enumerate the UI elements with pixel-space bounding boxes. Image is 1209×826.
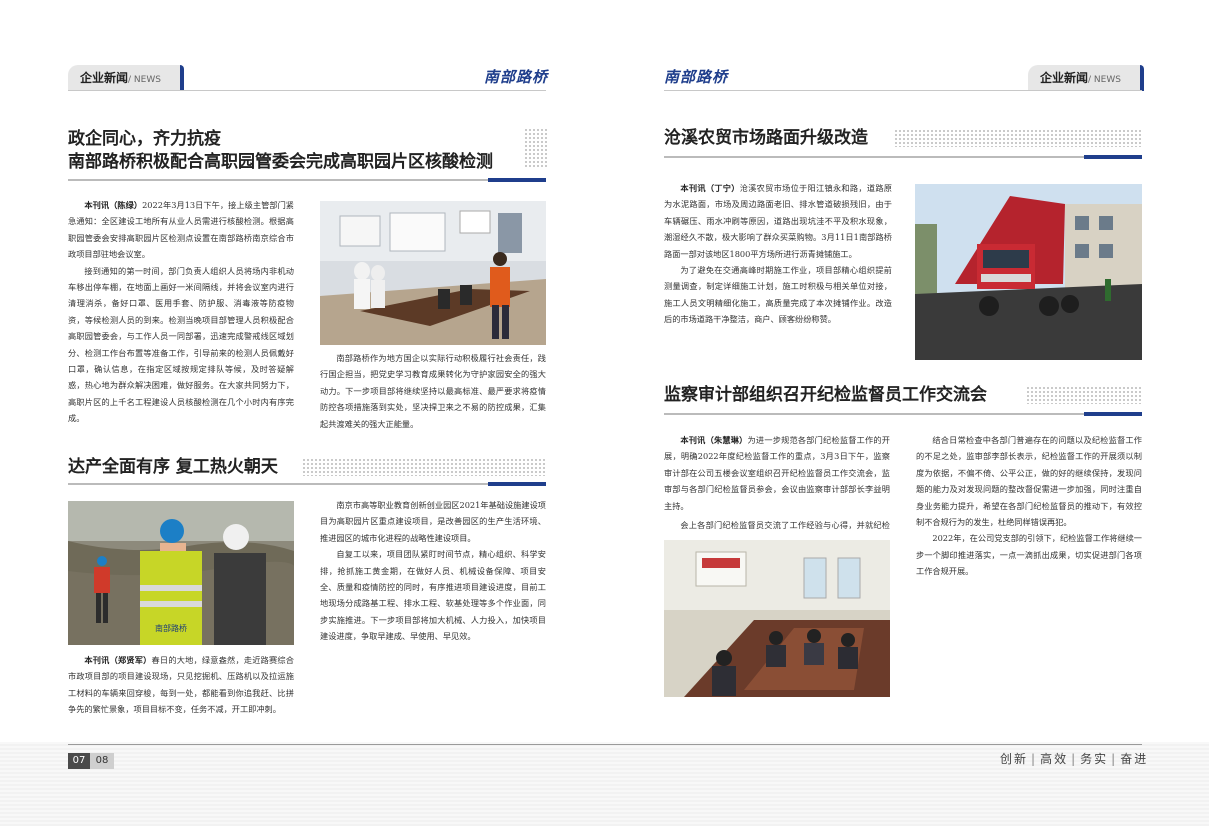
article3-p2: 为了避免在交通高峰时期施工作业，项目部精心组织提前测量调查，制定详细施工计划，施… (664, 265, 892, 325)
right-page: 南部路桥 企业新闻/ NEWS 沧溪农贸市场路面升级改造 本刊讯（丁宁）沧溪农贸… (604, 0, 1209, 826)
slogan-word: 奋进 (1120, 752, 1149, 766)
section-tab-sub: / NEWS (128, 75, 161, 85)
brand-logo: 南部路桥 (664, 68, 729, 86)
title-decoration (1026, 386, 1142, 404)
article2-title: 达产全面有序 复工热火朝天 (68, 457, 278, 477)
article4-p2: 会上各部门纪检监督员交流了工作经验与心得，并就纪检监督工作中开展的重点、难点进行… (680, 520, 890, 530)
page-number-right: 08 (90, 753, 114, 769)
section-tab-title: 企业新闻 (1040, 71, 1089, 85)
title-rule (664, 412, 1142, 416)
page-number-left: 07 (68, 753, 90, 769)
article3-p1: 本刊讯（丁宁）沧溪农贸市场位于阳江镇永和路，道路原为水泥路面，市场及周边路面老旧… (664, 183, 892, 259)
article3-photo-paving-truck (915, 184, 1142, 360)
article2-column-left: 本刊讯（郑贤军）春日的大地，绿意盎然，走近路赛综合市政项目部的项目建设现场，只见… (68, 652, 294, 718)
title-decoration (894, 129, 1142, 147)
header-line (68, 90, 546, 91)
slogan-word: 务实 (1080, 752, 1109, 766)
article3-title: 沧溪农贸市场路面升级改造 (664, 128, 868, 148)
section-tab: 企业新闻/ NEWS (68, 65, 184, 91)
article4-title: 监察审计部组织召开纪检监督员工作交流会 (664, 385, 987, 405)
article1-column-right: 南部路桥作为地方国企以实际行动积极履行社会责任，践行国企担当，把党史学习教育成果… (320, 350, 546, 432)
article4-column-right: 结合日常检查中各部门普遍存在的问题以及纪检监督工作的不足之处，监审部李部长表示，… (916, 432, 1142, 580)
title-decoration (524, 128, 548, 168)
brand-logo: 南部路桥 (484, 68, 549, 86)
title-rule (68, 482, 546, 486)
vest-logo-text: 南部路桥 (155, 623, 187, 633)
article4-column-left: 本刊讯（朱慧琳）为进一步规范各部门纪检监督工作的开展，明确2022年度纪检监督工… (664, 432, 890, 514)
article2-p1: 本刊讯（郑贤军）春日的大地，绿意盎然，走近路赛综合市政项目部的项目建设现场，只见… (68, 655, 294, 715)
article1-p1: 本刊讯（陈绿）2022年3月13日下午，接上级主管部门紧急通知：全区建设工地所有… (68, 200, 294, 260)
footer-slogan: 创新 | 高效 | 务实 | 奋进 (1000, 752, 1149, 766)
article4-photo-meeting (664, 540, 890, 697)
article4-p3: 结合日常检查中各部门普遍存在的问题以及纪检监督工作的不足之处，监审部李部长表示，… (916, 435, 1142, 528)
article1-title-line1: 政企同心，齐力抗疫 (68, 129, 221, 149)
left-page: 企业新闻/ NEWS 南部路桥 政企同心，齐力抗疫 南部路桥积极配合高职园管委会… (0, 0, 604, 826)
title-decoration (302, 458, 546, 476)
meeting-room-illustration (664, 540, 890, 697)
construction-site-illustration: 南部路桥 (68, 501, 294, 645)
article1-title-line2: 南部路桥积极配合高职园管委会完成高职园片区核酸检测 (68, 152, 493, 172)
paving-truck-illustration (915, 184, 1142, 360)
article2-byline: 本刊讯（郑贤军） (84, 655, 152, 665)
article1-photo-testing-room (320, 201, 546, 345)
title-rule (68, 178, 546, 182)
article1-byline: 本刊讯（陈绿） (84, 200, 143, 210)
article1-p2: 接到通知的第一时间，部门负责人组织人员将场内非机动车移出停车棚，在地面上画好一米… (68, 265, 294, 424)
article2-p2: 南京市高等职业教育创新创业园区2021年基础设施建设项目为高职园片区重点建设项目… (320, 500, 546, 543)
article4-byline: 本刊讯（朱慧琳） (680, 435, 748, 445)
slogan-word: 创新 (1000, 752, 1029, 766)
section-tab: 企业新闻/ NEWS (1028, 65, 1144, 91)
article3-byline: 本刊讯（丁宁） (680, 183, 740, 193)
slogan-word: 高效 (1040, 752, 1069, 766)
article4-p1: 本刊讯（朱慧琳）为进一步规范各部门纪检监督工作的开展，明确2022年度纪检监督工… (664, 435, 890, 511)
article1-column-left: 本刊讯（陈绿）2022年3月13日下午，接上级主管部门紧急通知：全区建设工地所有… (68, 197, 294, 427)
header-line (664, 90, 1142, 91)
article1-title: 政企同心，齐力抗疫 南部路桥积极配合高职园管委会完成高职园片区核酸检测 (68, 128, 493, 174)
title-rule (664, 155, 1142, 159)
article1-p3: 南部路桥作为地方国企以实际行动积极履行社会责任，践行国企担当，把党史学习教育成果… (320, 353, 546, 429)
article4-p4: 2022年，在公司党支部的引领下，纪检监督工作将继续一步一个脚印推进落实，一点一… (916, 533, 1142, 577)
article2-p3: 自复工以来，项目团队紧盯时间节点，精心组织、科学安排，抢抓施工黄金期，在做好人员… (320, 549, 546, 642)
article2-photo-construction-site: 南部路桥 (68, 501, 294, 645)
footer-line (68, 744, 1142, 745)
section-tab-sub: / NEWS (1088, 75, 1121, 85)
section-tab-title: 企业新闻 (80, 71, 129, 85)
article4-p2-start: 会上各部门纪检监督员交流了工作经验与心得，并就纪检监督工作中开展的重点、难点进行… (664, 517, 890, 533)
testing-room-illustration (320, 201, 546, 345)
article3-column: 本刊讯（丁宁）沧溪农贸市场位于阳江镇永和路，道路原为水泥路面，市场及周边路面老旧… (664, 180, 892, 328)
article2-column-right: 南京市高等职业教育创新创业园区2021年基础设施建设项目为高职园片区重点建设项目… (320, 497, 546, 645)
